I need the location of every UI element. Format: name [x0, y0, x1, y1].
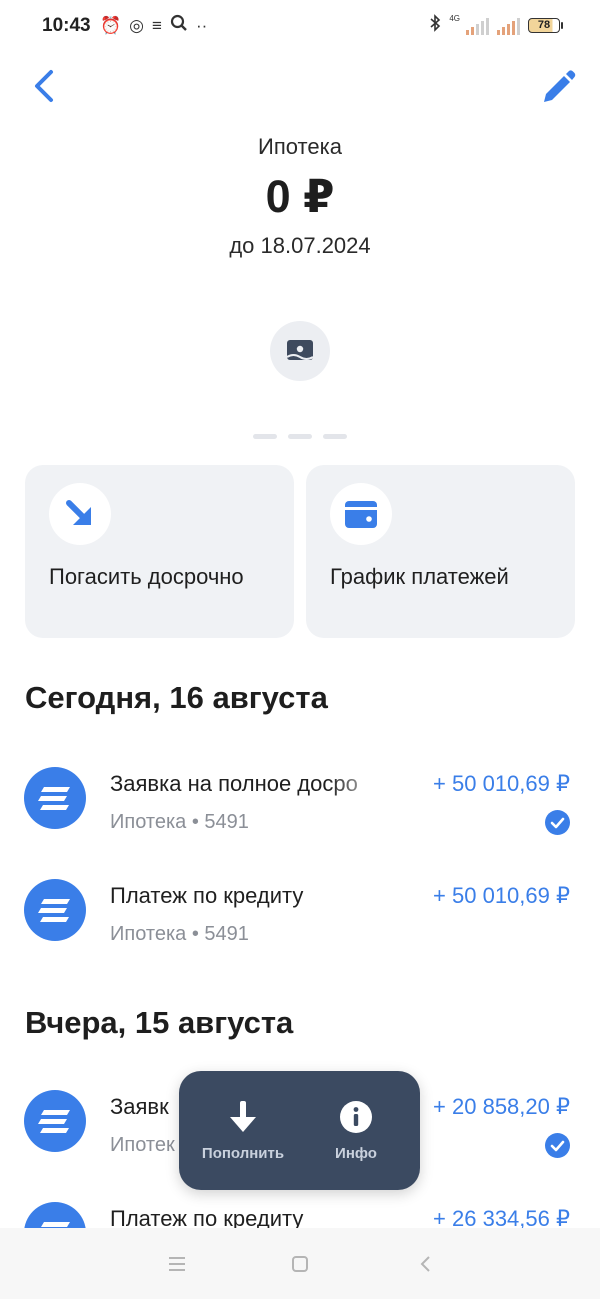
square-icon: [292, 1256, 308, 1272]
home-nav-button[interactable]: [288, 1252, 312, 1276]
transaction-name: Платеж по кредиту: [110, 883, 304, 908]
status-icons-left: ⏰ ◎ ≡ ··: [100, 14, 207, 38]
transaction-icon: [24, 1090, 86, 1152]
floating-action-panel: Пополнить Инфо: [179, 1071, 420, 1190]
transaction-row[interactable]: Заявка на полное досро Ипотека • 5491 + …: [0, 767, 600, 867]
early-repayment-button[interactable]: Погасить досрочно: [25, 465, 294, 638]
transaction-icon: [24, 879, 86, 941]
topup-label: Пополнить: [201, 1145, 285, 1162]
check-icon: [545, 1133, 570, 1158]
status-bar: 10:43 ⏰ ◎ ≡ ·· 4G 78: [0, 0, 600, 54]
transaction-name: Заявка на полное досро: [110, 771, 358, 796]
signal-icon: [497, 17, 520, 35]
transaction-subtitle: Ипотека • 5491: [110, 923, 249, 945]
balance-amount: 0 ₽: [265, 171, 335, 222]
info-label: Инфо: [335, 1145, 377, 1162]
menu-icon: [169, 1257, 185, 1271]
action-icon-circle: [330, 483, 392, 545]
info-icon: [340, 1101, 372, 1133]
money-icon: [286, 340, 314, 360]
transaction-amount: + 50 010,69 ₽: [433, 771, 570, 796]
status-icons-right: 4G 78: [429, 14, 563, 37]
bluetooth-icon: [429, 14, 441, 37]
section-header-today: Сегодня, 16 августа: [25, 680, 328, 715]
menu-nav-button[interactable]: [165, 1252, 189, 1276]
chevron-left-icon: [35, 70, 53, 102]
search-icon: [170, 14, 188, 38]
network-label: 4G: [449, 14, 460, 23]
stripes-icon: [38, 1110, 70, 1133]
stripes-icon: [38, 899, 70, 922]
signal-icon: [466, 17, 489, 35]
transaction-subtitle: Ипотек: [110, 1134, 175, 1156]
transaction-amount: + 50 010,69 ₽: [433, 883, 570, 908]
product-icon: [270, 321, 330, 381]
info-button[interactable]: Инфо: [296, 1071, 416, 1190]
topup-button[interactable]: Пополнить: [183, 1071, 303, 1190]
transaction-subtitle: Ипотека • 5491: [110, 811, 249, 833]
transaction-row[interactable]: Платеж по кредиту Ипотека • 5491 + 50 01…: [0, 879, 600, 979]
back-nav-button[interactable]: [414, 1252, 438, 1276]
system-nav-bar: [0, 1228, 600, 1299]
wallet-icon: [345, 501, 377, 528]
list-icon: ≡: [152, 16, 162, 35]
battery-icon: 78: [528, 18, 563, 33]
action-icon-circle: [49, 483, 111, 545]
pencil-icon: [544, 70, 576, 102]
transaction-amount: + 20 858,20 ₽: [433, 1094, 570, 1119]
check-icon: [545, 810, 570, 835]
back-button[interactable]: [26, 66, 66, 106]
transaction-icon: [24, 767, 86, 829]
stripes-icon: [38, 787, 70, 810]
app-icon: ◎: [129, 16, 145, 35]
more-icon: ··: [195, 16, 208, 35]
payment-schedule-button[interactable]: График платежей: [306, 465, 575, 638]
alarm-icon: ⏰: [100, 16, 122, 35]
page-title: Ипотека: [258, 134, 342, 159]
early-repayment-label: Погасить досрочно: [49, 564, 244, 589]
page-indicator: [253, 434, 347, 439]
section-header-yesterday: Вчера, 15 августа: [25, 1005, 294, 1040]
edit-button[interactable]: [538, 68, 578, 108]
arrow-down-icon: [230, 1101, 256, 1132]
payment-schedule-label: График платежей: [330, 564, 509, 589]
status-time: 10:43: [42, 15, 91, 36]
chevron-left-icon: [420, 1256, 430, 1272]
arrow-down-right-icon: [66, 500, 91, 525]
due-date: до 18.07.2024: [229, 233, 371, 258]
